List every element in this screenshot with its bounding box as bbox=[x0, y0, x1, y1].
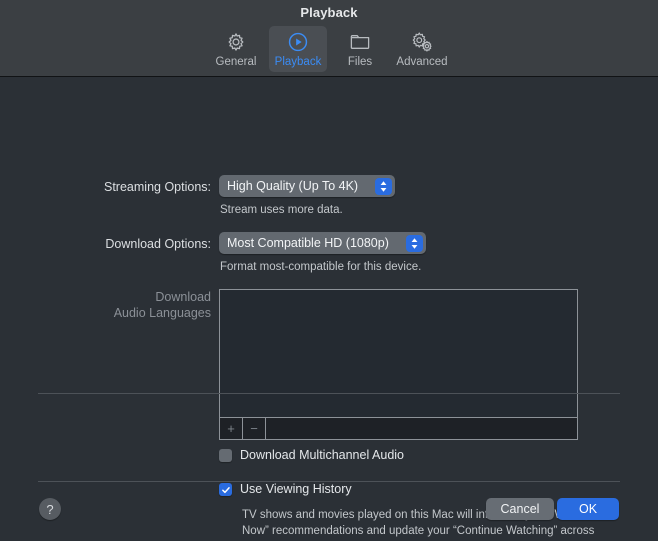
window-title: Playback bbox=[300, 5, 358, 20]
remove-language-button[interactable]: − bbox=[243, 418, 266, 439]
streaming-options-popup[interactable]: High Quality (Up To 4K) bbox=[219, 175, 395, 197]
play-circle-icon bbox=[287, 30, 309, 54]
download-options-label: Download Options: bbox=[105, 237, 211, 251]
add-language-button[interactable]: + bbox=[220, 418, 243, 439]
tab-advanced[interactable]: Advanced bbox=[393, 26, 451, 72]
tab-general[interactable]: General bbox=[207, 26, 265, 72]
folder-icon bbox=[349, 30, 371, 54]
gears-icon bbox=[410, 30, 434, 54]
cancel-button[interactable]: Cancel bbox=[486, 498, 554, 520]
chevron-updown-icon bbox=[375, 177, 392, 195]
viewing-history-checkbox-row[interactable]: Use Viewing History bbox=[219, 481, 352, 498]
chevron-updown-icon bbox=[406, 234, 423, 252]
audio-languages-label: Download Audio Languages bbox=[41, 289, 211, 321]
gear-icon bbox=[225, 30, 247, 54]
help-button[interactable]: ? bbox=[39, 498, 61, 520]
multichannel-audio-checkbox[interactable] bbox=[219, 449, 232, 462]
tab-playback-label: Playback bbox=[274, 56, 322, 68]
audio-languages-list[interactable] bbox=[220, 290, 577, 418]
tab-files[interactable]: Files bbox=[331, 26, 389, 72]
audio-languages-label-line2: Audio Languages bbox=[113, 306, 211, 320]
multichannel-audio-label: Download Multichannel Audio bbox=[240, 448, 404, 462]
multichannel-audio-checkbox-row[interactable]: Download Multichannel Audio bbox=[219, 447, 404, 464]
viewing-history-checkbox[interactable] bbox=[219, 483, 232, 496]
streaming-options-helper: Stream uses more data. bbox=[220, 204, 343, 216]
download-options-value: Most Compatible HD (1080p) bbox=[227, 236, 389, 250]
tab-playback[interactable]: Playback bbox=[269, 26, 327, 72]
streaming-options-label: Streaming Options: bbox=[104, 180, 211, 194]
tab-advanced-label: Advanced bbox=[396, 56, 448, 68]
section-divider-top bbox=[38, 393, 620, 394]
tab-general-label: General bbox=[215, 56, 257, 68]
audio-languages-label-line1: Download bbox=[155, 290, 211, 304]
toolbar-tabs: General Playback Files Advanced bbox=[0, 26, 658, 72]
audio-languages-listbox[interactable]: + − bbox=[219, 289, 578, 440]
audio-languages-toolbar-filler bbox=[266, 418, 577, 439]
download-options-popup[interactable]: Most Compatible HD (1080p) bbox=[219, 232, 426, 254]
preferences-body: Streaming Options: High Quality (Up To 4… bbox=[0, 78, 658, 541]
tab-files-label: Files bbox=[347, 56, 373, 68]
streaming-options-value: High Quality (Up To 4K) bbox=[227, 179, 359, 193]
download-options-helper: Format most-compatible for this device. bbox=[220, 261, 422, 273]
preferences-window: Playback General Playback Files Advanced… bbox=[0, 0, 658, 541]
audio-languages-toolbar: + − bbox=[220, 418, 577, 439]
viewing-history-label: Use Viewing History bbox=[240, 482, 352, 496]
ok-button[interactable]: OK bbox=[557, 498, 619, 520]
window-titlebar: Playback General Playback Files Advanced bbox=[0, 0, 658, 77]
section-divider-bottom bbox=[38, 481, 620, 482]
